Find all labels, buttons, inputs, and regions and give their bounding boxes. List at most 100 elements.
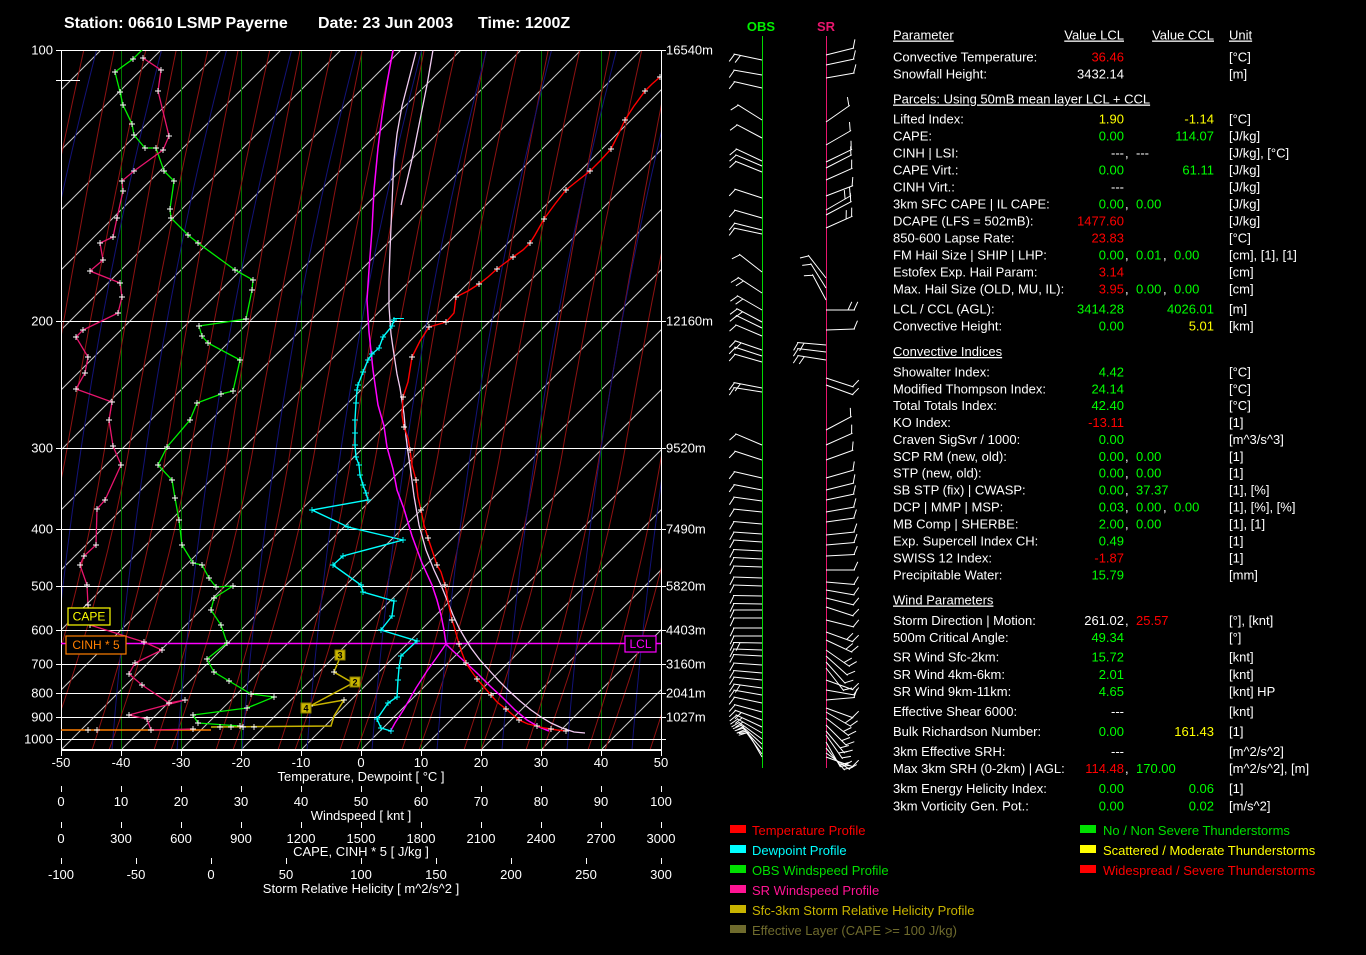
svg-text:2041m: 2041m xyxy=(666,686,706,701)
svg-text:[°C]: [°C] xyxy=(1229,50,1251,65)
svg-text:-10: -10 xyxy=(292,755,311,770)
svg-text:200: 200 xyxy=(31,314,53,329)
svg-text:200: 200 xyxy=(500,867,522,882)
svg-text:Storm Direction | Motion:: Storm Direction | Motion: xyxy=(893,613,1036,628)
svg-text:[m/s^2]: [m/s^2] xyxy=(1229,799,1271,814)
svg-text:---: --- xyxy=(1111,180,1124,195)
svg-text:-100: -100 xyxy=(48,867,74,882)
svg-text:[m^2/s^2], [m]: [m^2/s^2], [m] xyxy=(1229,761,1309,776)
svg-text:[1], [%], [%]: [1], [%], [%] xyxy=(1229,500,1295,515)
svg-text:Precipitable Water:: Precipitable Water: xyxy=(893,568,1002,583)
svg-text:0.00: 0.00 xyxy=(1174,282,1199,297)
svg-text:50: 50 xyxy=(354,794,368,809)
svg-text:-50: -50 xyxy=(127,867,146,882)
svg-text:100: 100 xyxy=(350,867,372,882)
svg-text:150: 150 xyxy=(425,867,447,882)
svg-text:KO Index:: KO Index: xyxy=(893,415,951,430)
svg-text:LCL / CCL (AGL):: LCL / CCL (AGL): xyxy=(893,302,995,317)
svg-text:0.00: 0.00 xyxy=(1099,799,1124,814)
svg-text:CAPE, CINH * 5 [ J/kg ]: CAPE, CINH * 5 [ J/kg ] xyxy=(293,844,429,859)
svg-text:12160m: 12160m xyxy=(666,314,713,329)
svg-text:STP (new, old):: STP (new, old): xyxy=(893,466,982,481)
svg-text:Convective Temperature:: Convective Temperature: xyxy=(893,50,1037,65)
svg-text:9520m: 9520m xyxy=(666,441,706,456)
svg-text:-20: -20 xyxy=(232,755,251,770)
svg-text:0: 0 xyxy=(57,794,64,809)
svg-text:[J/kg]: [J/kg] xyxy=(1229,163,1260,178)
svg-text:50: 50 xyxy=(654,755,668,770)
svg-text:250: 250 xyxy=(575,867,597,882)
svg-text:600: 600 xyxy=(170,831,192,846)
svg-text:---: --- xyxy=(1111,146,1124,161)
svg-text:40: 40 xyxy=(594,755,608,770)
svg-text:Estofex Exp. Hail Param:: Estofex Exp. Hail Param: xyxy=(893,265,1038,280)
svg-text:25.57: 25.57 xyxy=(1136,613,1169,628)
svg-text:,: , xyxy=(1125,282,1129,297)
svg-text:[1]: [1] xyxy=(1229,449,1243,464)
svg-text:Max. Hail Size (OLD, MU, IL):: Max. Hail Size (OLD, MU, IL): xyxy=(893,282,1064,297)
svg-text:,: , xyxy=(1125,248,1129,263)
svg-text:Station: 06610 LSMP Payerne: Station: 06610 LSMP Payerne xyxy=(64,15,288,32)
svg-text:1477.60: 1477.60 xyxy=(1077,214,1124,229)
svg-text:2.01: 2.01 xyxy=(1099,667,1124,682)
svg-text:[°C]: [°C] xyxy=(1229,365,1251,380)
svg-text:4026.01: 4026.01 xyxy=(1167,302,1214,317)
svg-text:SR: SR xyxy=(817,19,836,34)
svg-text:,: , xyxy=(1163,248,1167,263)
svg-text:3km Effective SRH:: 3km Effective SRH: xyxy=(893,744,1005,759)
svg-text:[m]: [m] xyxy=(1229,67,1247,82)
svg-text:800: 800 xyxy=(31,686,53,701)
svg-text:0.00: 0.00 xyxy=(1099,483,1124,498)
svg-text:[knt]: [knt] xyxy=(1229,650,1254,665)
svg-text:-1.87: -1.87 xyxy=(1094,551,1124,566)
svg-text:[km]: [km] xyxy=(1229,319,1254,334)
svg-text:0.01: 0.01 xyxy=(1136,248,1161,263)
svg-text:---: --- xyxy=(1111,704,1124,719)
svg-text:[°]: [°] xyxy=(1229,630,1241,645)
svg-text:[1]: [1] xyxy=(1229,534,1243,549)
svg-text:70: 70 xyxy=(474,794,488,809)
svg-text:37.37: 37.37 xyxy=(1136,483,1169,498)
svg-text:0.00: 0.00 xyxy=(1099,197,1124,212)
svg-text:40: 40 xyxy=(294,794,308,809)
svg-text:10: 10 xyxy=(114,794,128,809)
svg-text:,: , xyxy=(1125,483,1129,498)
svg-text:Convective Indices: Convective Indices xyxy=(893,344,1003,359)
svg-text:50: 50 xyxy=(279,867,293,882)
svg-text:Parameter: Parameter xyxy=(893,28,954,43)
svg-text:[J/kg], [°C]: [J/kg], [°C] xyxy=(1229,146,1289,161)
svg-text:-40: -40 xyxy=(112,755,131,770)
svg-text:No / Non Severe Thunderstorms: No / Non Severe Thunderstorms xyxy=(1103,823,1290,838)
svg-text:49.34: 49.34 xyxy=(1091,630,1124,645)
svg-text:100: 100 xyxy=(31,43,53,58)
svg-text:Bulk Richardson Number:: Bulk Richardson Number: xyxy=(893,724,1041,739)
svg-text:[J/kg]: [J/kg] xyxy=(1229,129,1260,144)
svg-text:[J/kg]: [J/kg] xyxy=(1229,197,1260,212)
svg-text:3km Vorticity Gen. Pot.:: 3km Vorticity Gen. Pot.: xyxy=(893,799,1029,814)
svg-text:900: 900 xyxy=(230,831,252,846)
svg-text:,: , xyxy=(1163,282,1167,297)
svg-text:SR Wind 4km-6km:: SR Wind 4km-6km: xyxy=(893,667,1005,682)
svg-text:0.00: 0.00 xyxy=(1099,466,1124,481)
svg-text:170.00: 170.00 xyxy=(1136,761,1176,776)
svg-text:Max 3km SRH (0-2km) | AGL:: Max 3km SRH (0-2km) | AGL: xyxy=(893,761,1065,776)
svg-text:Value CCL: Value CCL xyxy=(1152,28,1214,43)
svg-text:Storm Relative Helicity [ m^2: Storm Relative Helicity [ m^2/s^2 ] xyxy=(263,881,459,896)
svg-text:261.02: 261.02 xyxy=(1084,613,1124,628)
svg-text:[°], [knt]: [°], [knt] xyxy=(1229,613,1273,628)
svg-text:LCL: LCL xyxy=(629,637,651,651)
svg-text:[cm], [1], [1]: [cm], [1], [1] xyxy=(1229,248,1297,263)
svg-text:[1]: [1] xyxy=(1229,551,1243,566)
svg-text:-13.11: -13.11 xyxy=(1088,415,1124,430)
svg-text:0: 0 xyxy=(57,831,64,846)
svg-text:[J/kg]: [J/kg] xyxy=(1229,180,1260,195)
svg-text:CINH Virt.:: CINH Virt.: xyxy=(893,180,955,195)
svg-text:20: 20 xyxy=(174,794,188,809)
svg-text:Snowfall Height:: Snowfall Height: xyxy=(893,67,987,82)
svg-text:850-600 Lapse Rate:: 850-600 Lapse Rate: xyxy=(893,231,1014,246)
svg-text:Time: 1200Z: Time: 1200Z xyxy=(478,15,570,32)
svg-text:[J/kg]: [J/kg] xyxy=(1229,214,1260,229)
svg-text:600: 600 xyxy=(31,623,53,638)
svg-text:500m Critical Angle:: 500m Critical Angle: xyxy=(893,630,1009,645)
svg-text:SWISS 12 Index:: SWISS 12 Index: xyxy=(893,551,992,566)
